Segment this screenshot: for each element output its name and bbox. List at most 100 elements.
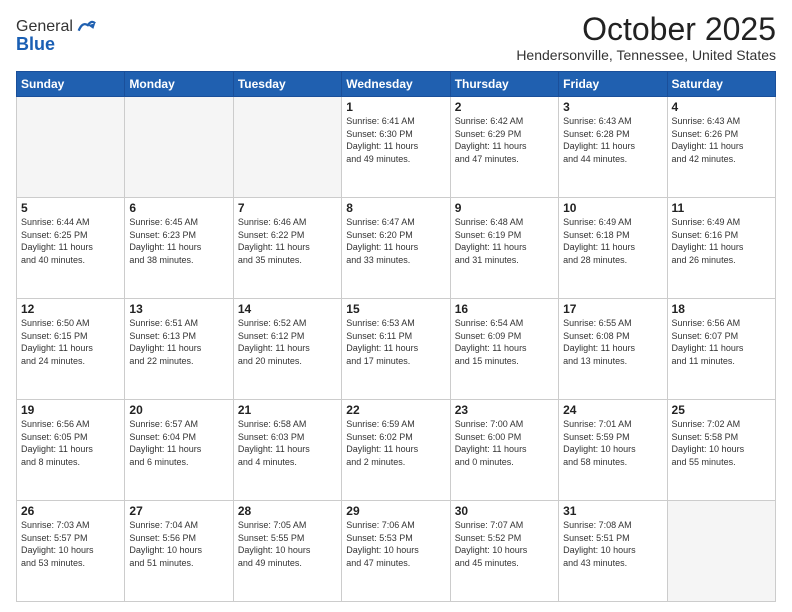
day-number: 25 <box>672 403 771 417</box>
calendar-cell: 19Sunrise: 6:56 AMSunset: 6:05 PMDayligh… <box>17 400 125 501</box>
calendar-cell: 7Sunrise: 6:46 AMSunset: 6:22 PMDaylight… <box>233 198 341 299</box>
day-number: 1 <box>346 100 445 114</box>
day-header-thursday: Thursday <box>450 72 558 97</box>
day-number: 14 <box>238 302 337 316</box>
page: General Blue October 2025 Hendersonville… <box>0 0 792 612</box>
week-row-1: 5Sunrise: 6:44 AMSunset: 6:25 PMDaylight… <box>17 198 776 299</box>
day-info: Sunrise: 6:41 AMSunset: 6:30 PMDaylight:… <box>346 115 445 165</box>
day-number: 5 <box>21 201 120 215</box>
day-number: 4 <box>672 100 771 114</box>
day-header-saturday: Saturday <box>667 72 775 97</box>
day-info: Sunrise: 6:53 AMSunset: 6:11 PMDaylight:… <box>346 317 445 367</box>
calendar: SundayMondayTuesdayWednesdayThursdayFrid… <box>16 71 776 602</box>
week-row-3: 19Sunrise: 6:56 AMSunset: 6:05 PMDayligh… <box>17 400 776 501</box>
day-info: Sunrise: 6:44 AMSunset: 6:25 PMDaylight:… <box>21 216 120 266</box>
calendar-header-row: SundayMondayTuesdayWednesdayThursdayFrid… <box>17 72 776 97</box>
month-title: October 2025 <box>516 12 776 47</box>
calendar-cell: 6Sunrise: 6:45 AMSunset: 6:23 PMDaylight… <box>125 198 233 299</box>
day-number: 29 <box>346 504 445 518</box>
week-row-4: 26Sunrise: 7:03 AMSunset: 5:57 PMDayligh… <box>17 501 776 602</box>
calendar-cell: 14Sunrise: 6:52 AMSunset: 6:12 PMDayligh… <box>233 299 341 400</box>
day-info: Sunrise: 6:47 AMSunset: 6:20 PMDaylight:… <box>346 216 445 266</box>
day-number: 2 <box>455 100 554 114</box>
day-info: Sunrise: 6:58 AMSunset: 6:03 PMDaylight:… <box>238 418 337 468</box>
day-info: Sunrise: 6:59 AMSunset: 6:02 PMDaylight:… <box>346 418 445 468</box>
day-info: Sunrise: 7:01 AMSunset: 5:59 PMDaylight:… <box>563 418 662 468</box>
day-number: 8 <box>346 201 445 215</box>
calendar-cell: 18Sunrise: 6:56 AMSunset: 6:07 PMDayligh… <box>667 299 775 400</box>
day-header-friday: Friday <box>559 72 667 97</box>
day-info: Sunrise: 6:54 AMSunset: 6:09 PMDaylight:… <box>455 317 554 367</box>
day-info: Sunrise: 6:49 AMSunset: 6:16 PMDaylight:… <box>672 216 771 266</box>
day-number: 21 <box>238 403 337 417</box>
day-header-tuesday: Tuesday <box>233 72 341 97</box>
calendar-cell <box>17 97 125 198</box>
calendar-cell: 4Sunrise: 6:43 AMSunset: 6:26 PMDaylight… <box>667 97 775 198</box>
calendar-cell: 5Sunrise: 6:44 AMSunset: 6:25 PMDaylight… <box>17 198 125 299</box>
calendar-cell: 20Sunrise: 6:57 AMSunset: 6:04 PMDayligh… <box>125 400 233 501</box>
day-info: Sunrise: 6:45 AMSunset: 6:23 PMDaylight:… <box>129 216 228 266</box>
calendar-cell: 9Sunrise: 6:48 AMSunset: 6:19 PMDaylight… <box>450 198 558 299</box>
day-number: 13 <box>129 302 228 316</box>
calendar-cell: 26Sunrise: 7:03 AMSunset: 5:57 PMDayligh… <box>17 501 125 602</box>
day-number: 22 <box>346 403 445 417</box>
calendar-cell: 25Sunrise: 7:02 AMSunset: 5:58 PMDayligh… <box>667 400 775 501</box>
day-info: Sunrise: 7:00 AMSunset: 6:00 PMDaylight:… <box>455 418 554 468</box>
calendar-cell: 1Sunrise: 6:41 AMSunset: 6:30 PMDaylight… <box>342 97 450 198</box>
day-info: Sunrise: 6:50 AMSunset: 6:15 PMDaylight:… <box>21 317 120 367</box>
day-header-wednesday: Wednesday <box>342 72 450 97</box>
day-info: Sunrise: 7:05 AMSunset: 5:55 PMDaylight:… <box>238 519 337 569</box>
location: Hendersonville, Tennessee, United States <box>516 47 776 63</box>
calendar-cell <box>125 97 233 198</box>
calendar-cell: 23Sunrise: 7:00 AMSunset: 6:00 PMDayligh… <box>450 400 558 501</box>
day-info: Sunrise: 6:42 AMSunset: 6:29 PMDaylight:… <box>455 115 554 165</box>
week-row-0: 1Sunrise: 6:41 AMSunset: 6:30 PMDaylight… <box>17 97 776 198</box>
day-number: 16 <box>455 302 554 316</box>
day-number: 6 <box>129 201 228 215</box>
calendar-cell: 13Sunrise: 6:51 AMSunset: 6:13 PMDayligh… <box>125 299 233 400</box>
logo: General Blue <box>16 16 97 55</box>
day-info: Sunrise: 6:56 AMSunset: 6:07 PMDaylight:… <box>672 317 771 367</box>
day-number: 27 <box>129 504 228 518</box>
day-info: Sunrise: 6:55 AMSunset: 6:08 PMDaylight:… <box>563 317 662 367</box>
day-info: Sunrise: 7:07 AMSunset: 5:52 PMDaylight:… <box>455 519 554 569</box>
day-info: Sunrise: 7:08 AMSunset: 5:51 PMDaylight:… <box>563 519 662 569</box>
calendar-cell <box>233 97 341 198</box>
calendar-cell: 24Sunrise: 7:01 AMSunset: 5:59 PMDayligh… <box>559 400 667 501</box>
week-row-2: 12Sunrise: 6:50 AMSunset: 6:15 PMDayligh… <box>17 299 776 400</box>
day-info: Sunrise: 6:43 AMSunset: 6:28 PMDaylight:… <box>563 115 662 165</box>
day-number: 12 <box>21 302 120 316</box>
day-number: 3 <box>563 100 662 114</box>
calendar-cell: 10Sunrise: 6:49 AMSunset: 6:18 PMDayligh… <box>559 198 667 299</box>
day-info: Sunrise: 6:43 AMSunset: 6:26 PMDaylight:… <box>672 115 771 165</box>
day-info: Sunrise: 7:04 AMSunset: 5:56 PMDaylight:… <box>129 519 228 569</box>
day-number: 23 <box>455 403 554 417</box>
day-number: 17 <box>563 302 662 316</box>
calendar-cell: 15Sunrise: 6:53 AMSunset: 6:11 PMDayligh… <box>342 299 450 400</box>
calendar-cell: 17Sunrise: 6:55 AMSunset: 6:08 PMDayligh… <box>559 299 667 400</box>
calendar-cell: 2Sunrise: 6:42 AMSunset: 6:29 PMDaylight… <box>450 97 558 198</box>
day-number: 9 <box>455 201 554 215</box>
day-header-sunday: Sunday <box>17 72 125 97</box>
calendar-cell <box>667 501 775 602</box>
calendar-cell: 27Sunrise: 7:04 AMSunset: 5:56 PMDayligh… <box>125 501 233 602</box>
day-info: Sunrise: 6:56 AMSunset: 6:05 PMDaylight:… <box>21 418 120 468</box>
day-number: 10 <box>563 201 662 215</box>
day-info: Sunrise: 7:02 AMSunset: 5:58 PMDaylight:… <box>672 418 771 468</box>
day-number: 24 <box>563 403 662 417</box>
calendar-cell: 8Sunrise: 6:47 AMSunset: 6:20 PMDaylight… <box>342 198 450 299</box>
calendar-cell: 16Sunrise: 6:54 AMSunset: 6:09 PMDayligh… <box>450 299 558 400</box>
title-block: October 2025 Hendersonville, Tennessee, … <box>516 12 776 63</box>
header: General Blue October 2025 Hendersonville… <box>16 12 776 63</box>
day-number: 31 <box>563 504 662 518</box>
calendar-cell: 28Sunrise: 7:05 AMSunset: 5:55 PMDayligh… <box>233 501 341 602</box>
logo-icon <box>75 16 97 38</box>
day-info: Sunrise: 6:49 AMSunset: 6:18 PMDaylight:… <box>563 216 662 266</box>
day-number: 18 <box>672 302 771 316</box>
calendar-cell: 31Sunrise: 7:08 AMSunset: 5:51 PMDayligh… <box>559 501 667 602</box>
day-number: 19 <box>21 403 120 417</box>
day-number: 11 <box>672 201 771 215</box>
day-number: 15 <box>346 302 445 316</box>
day-info: Sunrise: 7:03 AMSunset: 5:57 PMDaylight:… <box>21 519 120 569</box>
calendar-cell: 30Sunrise: 7:07 AMSunset: 5:52 PMDayligh… <box>450 501 558 602</box>
